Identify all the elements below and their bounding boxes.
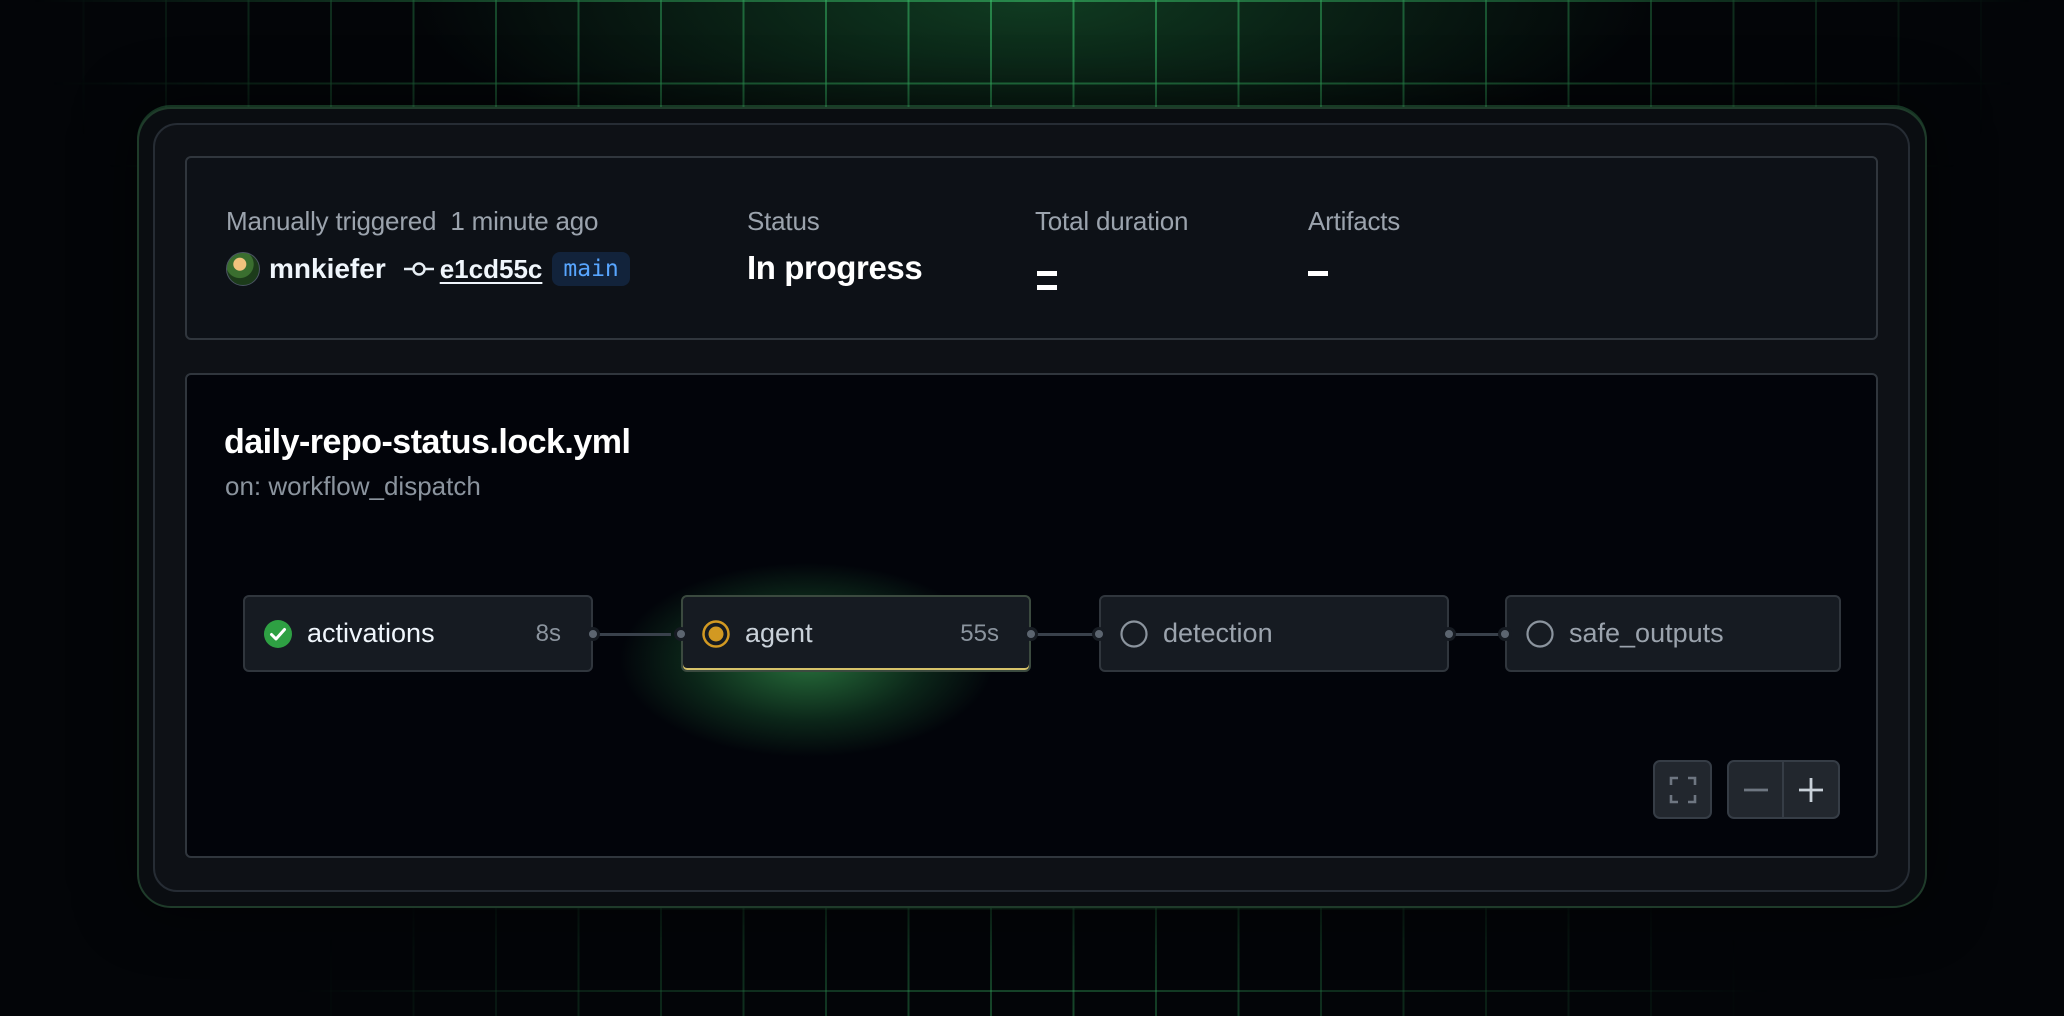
job-safe-outputs[interactable]: safe_outputs — [1498, 595, 1841, 672]
check-circle-icon — [264, 619, 292, 648]
branch-badge[interactable]: main — [552, 252, 630, 286]
trigger-time: 1 minute ago — [450, 206, 599, 236]
screen-full-icon — [1669, 776, 1696, 803]
job-connector — [593, 633, 671, 636]
dot-fill-icon — [702, 619, 730, 648]
job-name: activations — [307, 618, 435, 648]
artifacts-label: Artifacts — [1308, 206, 1401, 236]
job-input-port — [1498, 627, 1512, 641]
job-input-port — [1092, 627, 1106, 641]
workflow-graph: daily-repo-status.lock.yml on: workflow_… — [185, 373, 1878, 858]
job-output-port — [586, 627, 600, 641]
job-duration: 55s — [960, 619, 999, 647]
workflow-file-name[interactable]: daily-repo-status.lock.yml — [224, 423, 631, 462]
job-output-port — [1442, 627, 1456, 641]
artifacts-placeholder-bar — [1308, 271, 1328, 276]
job-agent[interactable]: agent 55s — [674, 595, 1038, 672]
actor-row: mnkiefer e1cd55c main — [226, 249, 630, 289]
git-commit-icon — [403, 262, 434, 276]
run-summary: Manually triggered 1 minute ago mnkiefer… — [185, 156, 1878, 340]
job-input-port — [674, 627, 688, 641]
status-value: In progress — [747, 249, 923, 286]
job-name: detection — [1163, 618, 1273, 648]
trigger-section: Manually triggered 1 minute ago mnkiefer… — [226, 206, 630, 289]
artifacts-section: Artifacts — [1308, 206, 1400, 281]
workflow-trigger: on: workflow_dispatch — [225, 471, 481, 501]
zoom-controls — [1727, 760, 1840, 819]
fullscreen-button[interactable] — [1653, 760, 1712, 819]
job-duration: 8s — [535, 619, 561, 647]
duration-section: Total duration — [1035, 206, 1189, 295]
circle-icon — [1120, 619, 1148, 648]
trigger-label: Manually triggered — [226, 206, 437, 236]
minus-icon — [1743, 788, 1768, 791]
status-section: Status In progress — [747, 206, 923, 287]
avatar[interactable] — [226, 252, 260, 286]
job-activations[interactable]: activations 8s — [243, 595, 600, 672]
job-name: agent — [745, 618, 813, 648]
zoom-in-button[interactable] — [1784, 762, 1838, 817]
duration-label: Total duration — [1035, 206, 1189, 236]
trigger-info: Manually triggered 1 minute ago — [226, 206, 630, 237]
commit-sha-link[interactable]: e1cd55c — [440, 254, 543, 285]
circle-icon — [1526, 619, 1554, 648]
zoom-out-button[interactable] — [1729, 762, 1785, 817]
username-link[interactable]: mnkiefer — [269, 253, 386, 285]
job-output-port — [1024, 627, 1038, 641]
job-detection[interactable]: detection — [1092, 595, 1456, 672]
duration-placeholder-bar — [1037, 285, 1057, 290]
job-connector — [1031, 633, 1095, 636]
duration-value — [1035, 271, 1188, 295]
job-name: safe_outputs — [1569, 618, 1724, 648]
plus-icon — [1799, 777, 1823, 802]
duration-placeholder-bar — [1037, 271, 1057, 276]
artifacts-value — [1308, 271, 1400, 281]
status-label: Status — [747, 206, 820, 236]
